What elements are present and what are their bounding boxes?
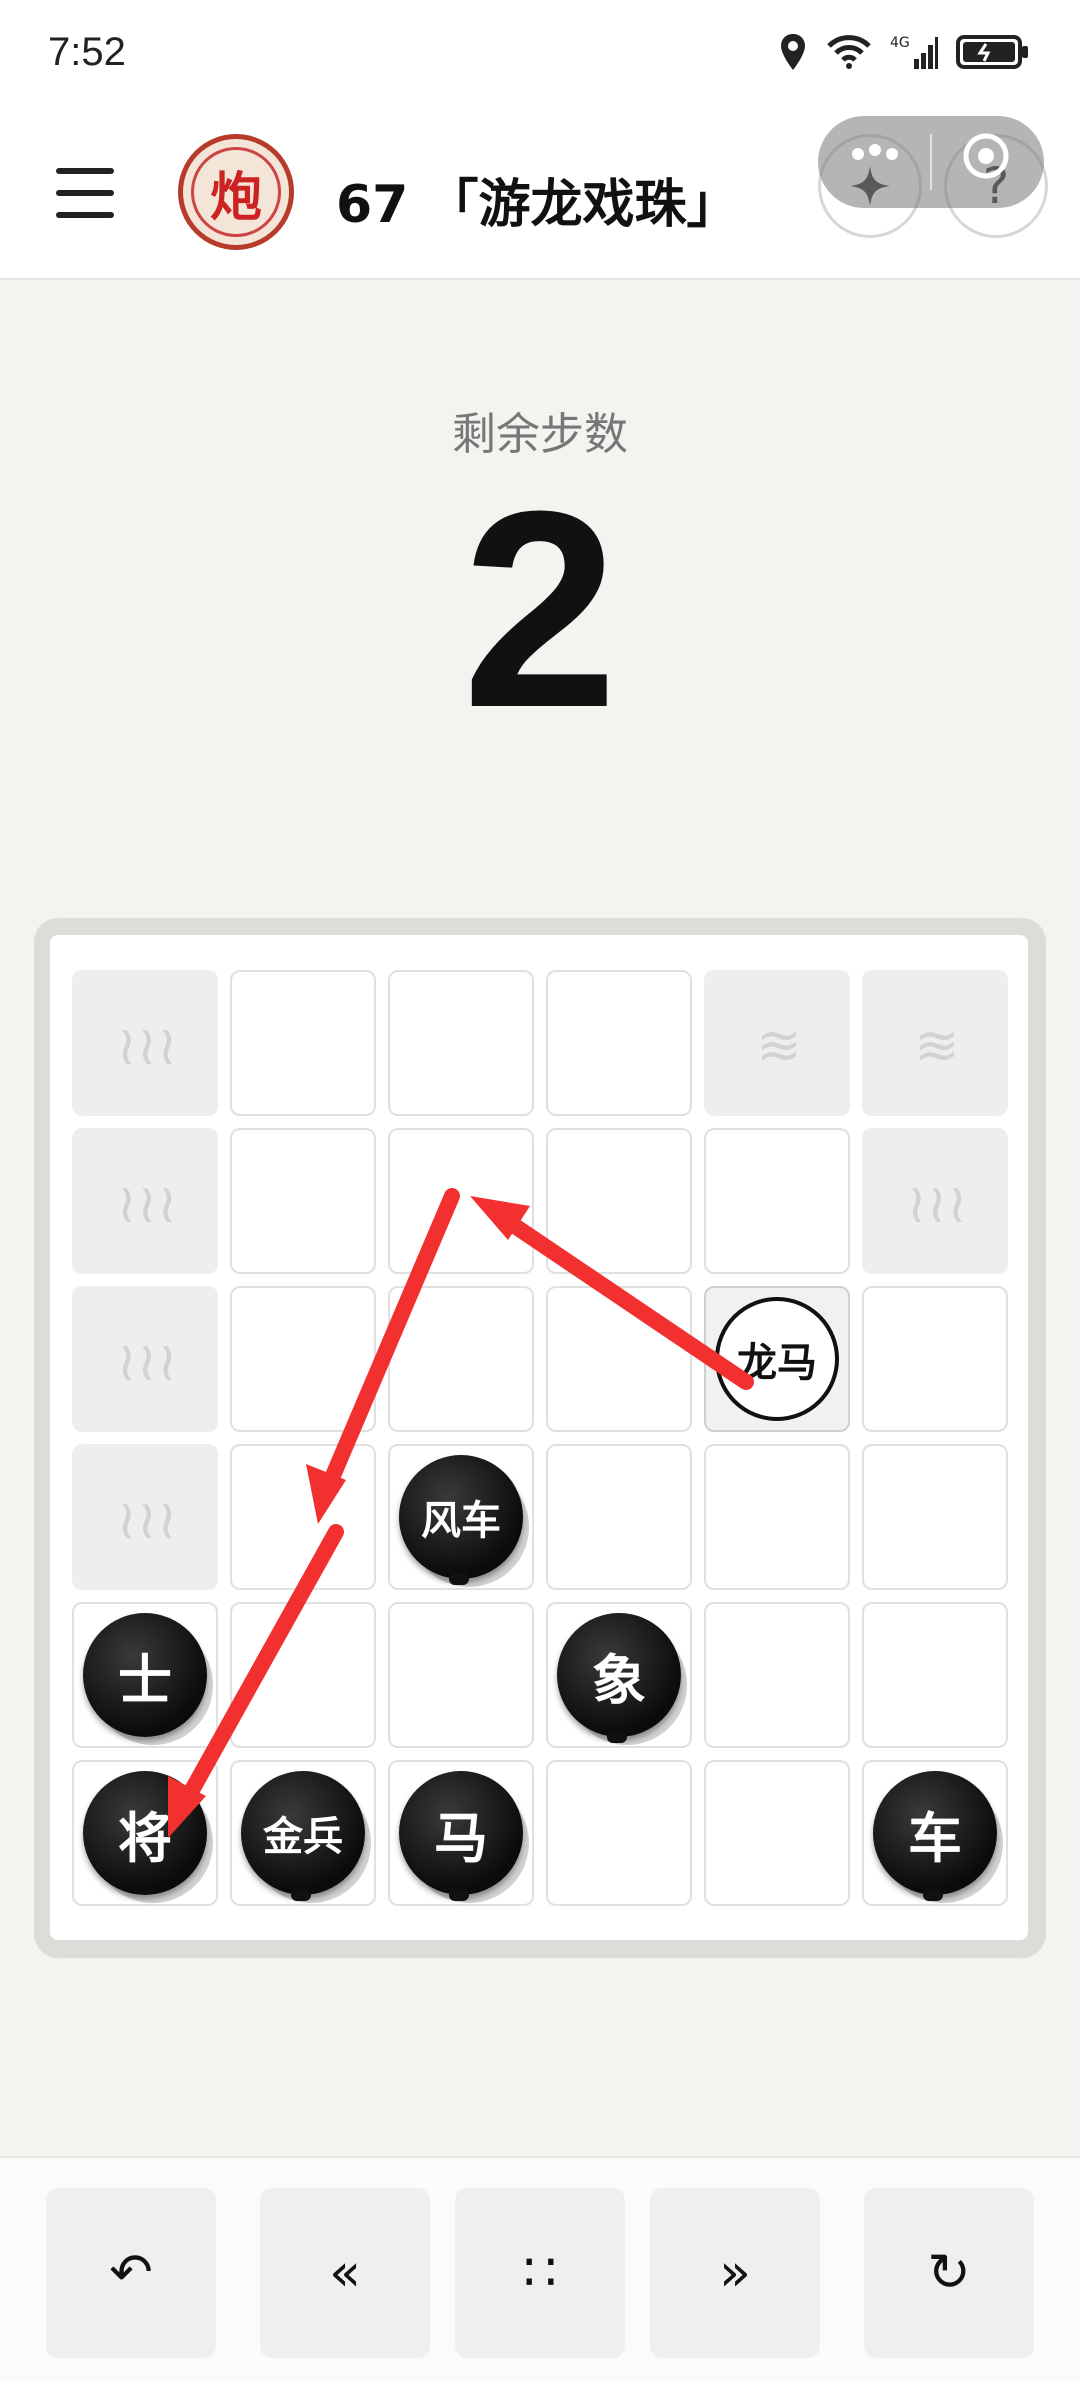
game-piece[interactable]: 车 bbox=[873, 1771, 997, 1901]
water-wave-icon: ≀≀≀ bbox=[116, 1487, 178, 1551]
bottom-toolbar: ↶ « ∷ » ↻ bbox=[0, 2156, 1080, 2382]
menu-button[interactable] bbox=[56, 168, 114, 218]
water-wave-icon: ≀≀≀ bbox=[906, 1171, 968, 1235]
piece-label: 马 bbox=[434, 1805, 488, 1870]
signal-4g-icon: 4G bbox=[890, 35, 938, 69]
board-cell[interactable] bbox=[388, 1602, 534, 1748]
piece-label: 象 bbox=[592, 1647, 646, 1712]
board-cell[interactable] bbox=[704, 1760, 850, 1906]
piece-label: 将 bbox=[118, 1805, 172, 1870]
board-cell[interactable] bbox=[546, 970, 692, 1116]
mini-program-capsule[interactable] bbox=[818, 116, 1044, 208]
status-time: 7:52 bbox=[48, 30, 126, 74]
game-piece[interactable]: 金兵 bbox=[241, 1771, 365, 1901]
piece-marker bbox=[923, 1889, 943, 1901]
board-cell[interactable] bbox=[704, 1128, 850, 1274]
last-button[interactable]: » bbox=[650, 2188, 820, 2358]
board-cell[interactable] bbox=[546, 1128, 692, 1274]
game-piece[interactable]: 马 bbox=[399, 1771, 523, 1901]
status-bar: 7:52 4G bbox=[0, 0, 1080, 110]
board-cell[interactable] bbox=[704, 1602, 850, 1748]
piece-label: 金兵 bbox=[263, 1813, 343, 1860]
water-cell[interactable]: ≀≀≀ bbox=[72, 1444, 218, 1590]
board-cell[interactable] bbox=[546, 1286, 692, 1432]
hamburger-icon bbox=[56, 168, 114, 174]
board-cell[interactable] bbox=[230, 970, 376, 1116]
board-cell[interactable] bbox=[388, 1286, 534, 1432]
board-cell[interactable] bbox=[862, 1444, 1008, 1590]
piece-marker bbox=[607, 1731, 627, 1743]
piece-marker bbox=[291, 1889, 311, 1901]
game-piece[interactable]: 士 bbox=[83, 1613, 207, 1737]
water-wave-icon: ≀≀≀ bbox=[116, 1171, 178, 1235]
double-right-icon: » bbox=[719, 2243, 751, 2303]
water-wave-icon: ≀≀≀ bbox=[116, 1013, 178, 1077]
undo-icon: ↶ bbox=[109, 2243, 153, 2303]
target-icon[interactable] bbox=[958, 130, 1014, 190]
remaining-steps-value: 2 bbox=[462, 454, 618, 766]
game-piece[interactable]: 龙马 bbox=[715, 1297, 839, 1421]
wifi-icon bbox=[827, 35, 871, 69]
piece-label: 龙马 bbox=[737, 1339, 817, 1386]
board-cell[interactable] bbox=[230, 1444, 376, 1590]
board-cell[interactable] bbox=[546, 1760, 692, 1906]
water-wave-icon: ≀≀≀ bbox=[116, 1329, 178, 1393]
water-cell[interactable]: ≀≀≀ bbox=[862, 1128, 1008, 1274]
piece-marker bbox=[449, 1573, 469, 1585]
double-left-icon: « bbox=[329, 2243, 361, 2303]
board-cell[interactable] bbox=[862, 1602, 1008, 1748]
piece-marker bbox=[449, 1889, 469, 1901]
piece-label: 风车 bbox=[421, 1497, 501, 1544]
water-cell[interactable]: ≀≀≀ bbox=[72, 1128, 218, 1274]
app-header: 炮 67 「游龙戏珠」 ? bbox=[0, 110, 1080, 280]
page-title: 67 「游龙戏珠」 bbox=[336, 175, 739, 235]
dots-grid-icon: ∷ bbox=[523, 2243, 557, 2303]
board-cell[interactable] bbox=[388, 970, 534, 1116]
water-cell[interactable]: ≀≀≀ bbox=[72, 970, 218, 1116]
logo-glyph: 炮 bbox=[191, 147, 281, 237]
menu-dots-button[interactable]: ∷ bbox=[455, 2188, 625, 2358]
restart-icon: ↻ bbox=[927, 2243, 971, 2303]
location-icon bbox=[781, 34, 805, 70]
board-cell[interactable] bbox=[862, 1286, 1008, 1432]
water-wave-icon: ≋ bbox=[914, 1013, 960, 1077]
piece-label: 士 bbox=[118, 1647, 172, 1712]
board-cell[interactable] bbox=[704, 1444, 850, 1590]
more-icon[interactable] bbox=[848, 142, 902, 182]
game-piece[interactable]: 将 bbox=[83, 1771, 207, 1895]
app-logo: 炮 bbox=[178, 134, 294, 250]
water-cell[interactable]: ≋ bbox=[862, 970, 1008, 1116]
first-button[interactable]: « bbox=[260, 2188, 430, 2358]
status-icons: 4G bbox=[778, 32, 1030, 72]
board-cell[interactable] bbox=[230, 1286, 376, 1432]
board-cell[interactable] bbox=[230, 1602, 376, 1748]
water-cell[interactable]: ≋ bbox=[704, 970, 850, 1116]
water-cell[interactable]: ≀≀≀ bbox=[72, 1286, 218, 1432]
game-piece[interactable]: 风车 bbox=[399, 1455, 523, 1585]
restart-button[interactable]: ↻ bbox=[864, 2188, 1034, 2358]
battery-icon bbox=[956, 35, 1028, 69]
piece-label: 车 bbox=[908, 1805, 962, 1870]
remaining-steps-label: 剩余步数 bbox=[452, 409, 628, 460]
svg-text:4G: 4G bbox=[890, 35, 910, 51]
board-cell[interactable] bbox=[388, 1128, 534, 1274]
board-cell[interactable] bbox=[546, 1444, 692, 1590]
board-cell[interactable] bbox=[230, 1128, 376, 1274]
undo-button[interactable]: ↶ bbox=[46, 2188, 216, 2358]
game-piece[interactable]: 象 bbox=[557, 1613, 681, 1743]
water-wave-icon: ≋ bbox=[756, 1013, 802, 1077]
